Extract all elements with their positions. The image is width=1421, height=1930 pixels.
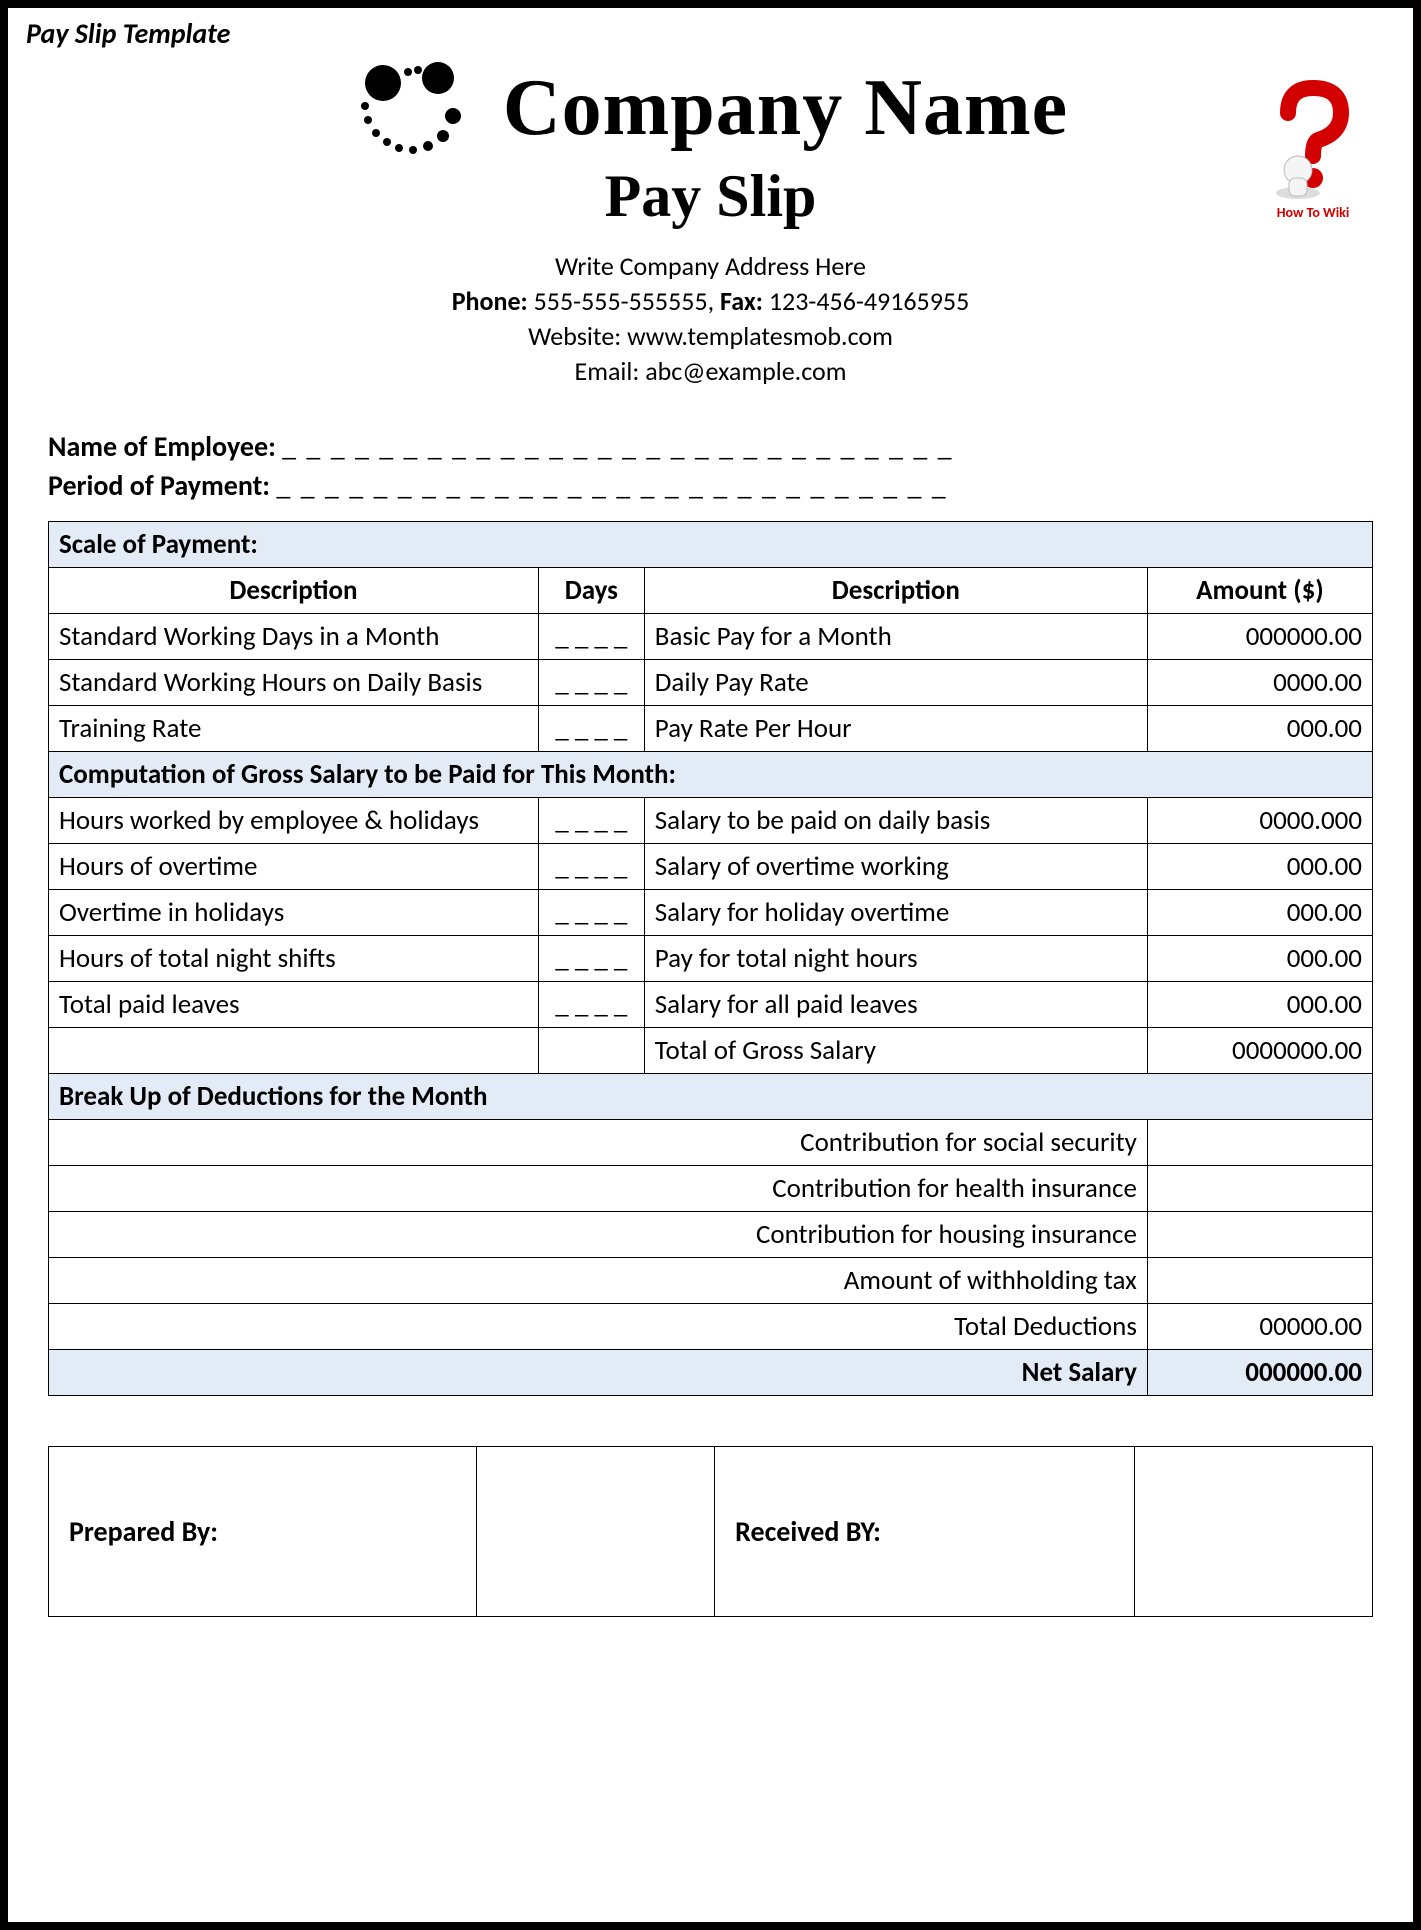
- deduction-amount[interactable]: [1147, 1212, 1372, 1258]
- template-label: Pay Slip Template: [26, 16, 230, 51]
- gross-days[interactable]: _ _ _ _: [538, 798, 644, 844]
- gross-desc-right: Salary of overtime working: [644, 844, 1147, 890]
- table-row: Contribution for housing insurance: [49, 1212, 1373, 1258]
- gross-days[interactable]: _ _ _ _: [538, 936, 644, 982]
- table-row: Total paid leaves _ _ _ _ Salary for all…: [49, 982, 1373, 1028]
- table-row: Contribution for social security: [49, 1120, 1373, 1166]
- gross-amount: 000.00: [1147, 982, 1372, 1028]
- gross-desc-left: Hours of overtime: [49, 844, 539, 890]
- gross-amount: 000.00: [1147, 890, 1372, 936]
- fax-label: Fax:: [720, 285, 763, 317]
- deduction-label: Contribution for social security: [49, 1120, 1148, 1166]
- payment-period-blank[interactable]: _ _ _ _ _ _ _ _ _ _ _ _ _ _ _ _ _ _ _ _ …: [276, 468, 947, 503]
- scale-days[interactable]: _ _ _ _: [538, 614, 644, 660]
- deduction-total-row: Total Deductions 00000.00: [49, 1304, 1373, 1350]
- net-salary-row: Net Salary 000000.00: [49, 1350, 1373, 1396]
- watermark-text: How To Wiki: [1253, 204, 1373, 221]
- gross-desc-right: Salary for holiday overtime: [644, 890, 1147, 936]
- table-row: Hours of total night shifts _ _ _ _ Pay …: [49, 936, 1373, 982]
- prepared-by-field[interactable]: [476, 1447, 714, 1617]
- table-row: Training Rate _ _ _ _ Pay Rate Per Hour …: [49, 706, 1373, 752]
- deduction-label: Contribution for health insurance: [49, 1166, 1148, 1212]
- company-contact: Write Company Address Here Phone: 555-55…: [48, 249, 1373, 389]
- payslip-table: Scale of Payment: Description Days Descr…: [48, 521, 1373, 1396]
- employee-fields: Name of Employee: _ _ _ _ _ _ _ _ _ _ _ …: [48, 429, 1373, 503]
- deduction-amount[interactable]: [1147, 1120, 1372, 1166]
- scale-desc-left: Standard Working Hours on Daily Basis: [49, 660, 539, 706]
- scale-days[interactable]: _ _ _ _: [538, 660, 644, 706]
- pay-slip-page: Pay Slip Template How To Wiki: [0, 0, 1421, 1930]
- table-row: Hours of overtime _ _ _ _ Salary of over…: [49, 844, 1373, 890]
- received-by-field[interactable]: [1134, 1447, 1372, 1617]
- section-scale-header: Scale of Payment:: [49, 522, 1373, 568]
- gross-desc-right: Salary to be paid on daily basis: [644, 798, 1147, 844]
- scale-desc-left: Training Rate: [49, 706, 539, 752]
- website: Website: www.templatesmob.com: [48, 319, 1373, 354]
- section-deductions-header: Break Up of Deductions for the Month: [49, 1074, 1373, 1120]
- scale-desc-right: Pay Rate Per Hour: [644, 706, 1147, 752]
- gross-amount: 000.00: [1147, 844, 1372, 890]
- scale-desc-right: Basic Pay for a Month: [644, 614, 1147, 660]
- net-salary-label: Net Salary: [49, 1350, 1148, 1396]
- email: Email: abc@example.com: [48, 354, 1373, 389]
- signature-table: Prepared By: Received BY:: [48, 1446, 1373, 1617]
- col-amount: Amount ($): [1147, 568, 1372, 614]
- section-gross-header: Computation of Gross Salary to be Paid f…: [49, 752, 1373, 798]
- fax-value: 123-456-49165955: [769, 285, 969, 317]
- scale-desc-right: Daily Pay Rate: [644, 660, 1147, 706]
- company-address: Write Company Address Here: [48, 249, 1373, 284]
- table-row: Amount of withholding tax: [49, 1258, 1373, 1304]
- deduction-amount[interactable]: [1147, 1166, 1372, 1212]
- gross-total-label: Total of Gross Salary: [644, 1028, 1147, 1074]
- employee-name-blank[interactable]: _ _ _ _ _ _ _ _ _ _ _ _ _ _ _ _ _ _ _ _ …: [282, 429, 953, 464]
- deduction-total-label: Total Deductions: [49, 1304, 1148, 1350]
- phone-value: 555-555-555555,: [534, 285, 715, 317]
- table-row: Hours worked by employee & holidays _ _ …: [49, 798, 1373, 844]
- scale-days[interactable]: _ _ _ _: [538, 706, 644, 752]
- table-row: Standard Working Hours on Daily Basis _ …: [49, 660, 1373, 706]
- col-description-right: Description: [644, 568, 1147, 614]
- company-logo-icon: [353, 58, 483, 158]
- net-salary-amount: 000000.00: [1147, 1350, 1372, 1396]
- gross-desc-left: Total paid leaves: [49, 982, 539, 1028]
- payment-period-label: Period of Payment:: [48, 468, 270, 503]
- scale-desc-left: Standard Working Days in a Month: [49, 614, 539, 660]
- gross-desc-right: Salary for all paid leaves: [644, 982, 1147, 1028]
- deduction-total-amount: 00000.00: [1147, 1304, 1372, 1350]
- table-row: Standard Working Days in a Month _ _ _ _…: [49, 614, 1373, 660]
- company-name: Company Name: [503, 63, 1068, 154]
- deduction-amount[interactable]: [1147, 1258, 1372, 1304]
- col-days: Days: [538, 568, 644, 614]
- document-title: Pay Slip: [48, 162, 1373, 231]
- gross-desc-left: Hours worked by employee & holidays: [49, 798, 539, 844]
- header: Company Name Pay Slip Write Company Addr…: [48, 58, 1373, 389]
- table-row: Contribution for health insurance: [49, 1166, 1373, 1212]
- gross-desc-left: Hours of total night shifts: [49, 936, 539, 982]
- gross-amount: 0000.000: [1147, 798, 1372, 844]
- table-row: Overtime in holidays _ _ _ _ Salary for …: [49, 890, 1373, 936]
- gross-days[interactable]: _ _ _ _: [538, 890, 644, 936]
- gross-desc-right: Pay for total night hours: [644, 936, 1147, 982]
- gross-amount: 000.00: [1147, 936, 1372, 982]
- gross-total-amount: 0000000.00: [1147, 1028, 1372, 1074]
- gross-total-row: Total of Gross Salary 0000000.00: [49, 1028, 1373, 1074]
- employee-name-label: Name of Employee:: [48, 429, 276, 464]
- question-mark-icon: [1253, 78, 1373, 208]
- phone-label: Phone:: [452, 285, 528, 317]
- deduction-label: Amount of withholding tax: [49, 1258, 1148, 1304]
- gross-days[interactable]: _ _ _ _: [538, 844, 644, 890]
- received-by-label: Received BY:: [715, 1447, 1135, 1617]
- scale-amount: 0000.00: [1147, 660, 1372, 706]
- scale-amount: 000000.00: [1147, 614, 1372, 660]
- deduction-label: Contribution for housing insurance: [49, 1212, 1148, 1258]
- col-description-left: Description: [49, 568, 539, 614]
- prepared-by-label: Prepared By:: [49, 1447, 477, 1617]
- watermark-logo: How To Wiki: [1253, 78, 1373, 221]
- gross-desc-left: Overtime in holidays: [49, 890, 539, 936]
- scale-amount: 000.00: [1147, 706, 1372, 752]
- gross-days[interactable]: _ _ _ _: [538, 982, 644, 1028]
